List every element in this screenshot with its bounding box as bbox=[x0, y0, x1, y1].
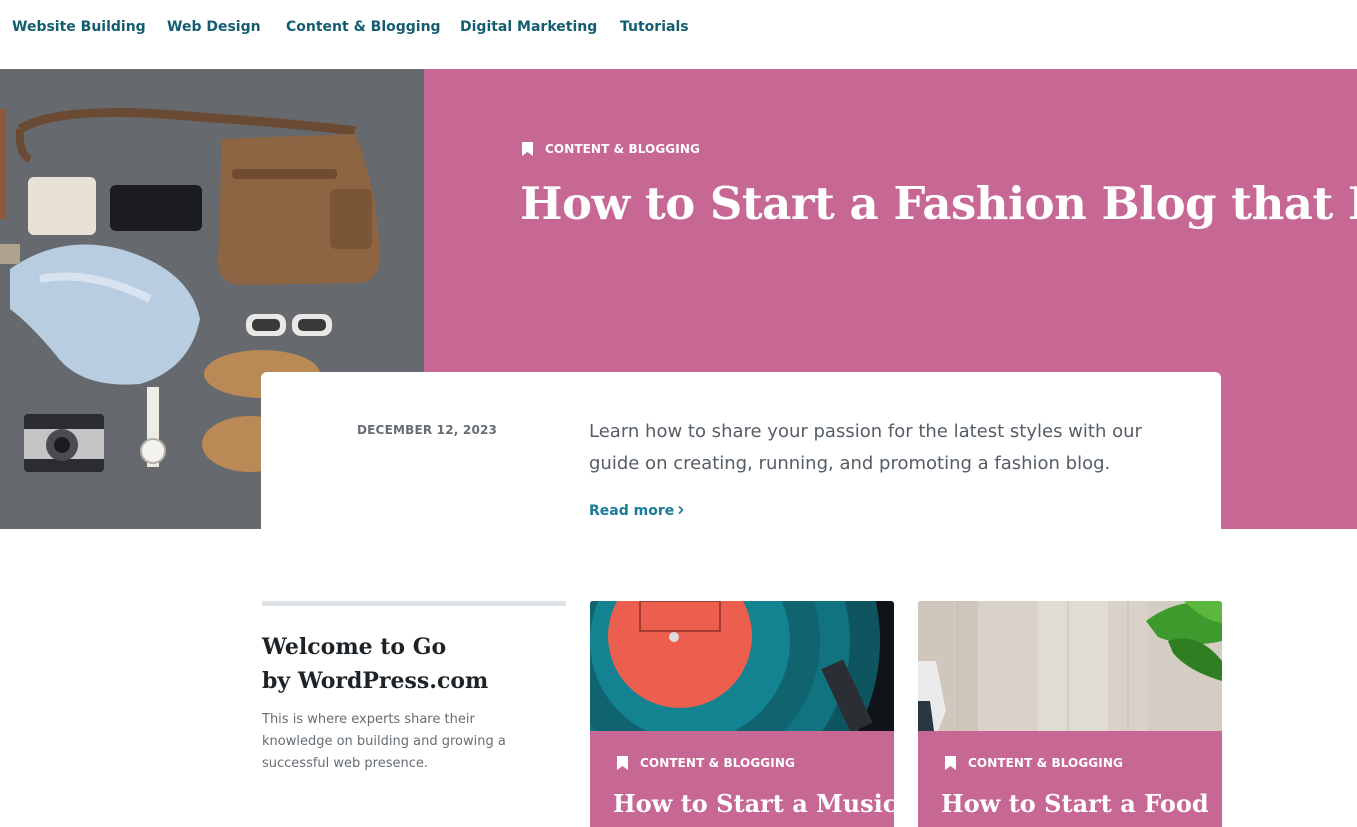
welcome-description: This is where experts share their knowle… bbox=[262, 712, 506, 771]
nav-item-tutorials[interactable]: Tutorials bbox=[620, 19, 689, 35]
bookmark-icon bbox=[617, 756, 628, 770]
post-category-food[interactable]: CONTENT & BLOGGING bbox=[945, 756, 1123, 770]
nav-item-content-blogging[interactable]: Content & Blogging bbox=[286, 19, 441, 35]
read-more-label: Read more bbox=[589, 503, 675, 519]
vinyl-record-image[interactable] bbox=[590, 601, 894, 731]
post-category-label: CONTENT & BLOGGING bbox=[968, 756, 1123, 770]
welcome-title: Welcome to Go by WordPress.com bbox=[262, 630, 572, 698]
post-card-music[interactable]: CONTENT & BLOGGING How to Start a Music bbox=[590, 601, 894, 827]
cutting-board-image[interactable] bbox=[918, 601, 1222, 731]
welcome-divider bbox=[262, 601, 566, 606]
post-excerpt: Learn how to share your passion for the … bbox=[589, 421, 1142, 474]
nav-item-website-building[interactable]: Website Building bbox=[12, 19, 146, 35]
top-navigation: Website Building Web Design Content & Bl… bbox=[0, 0, 1357, 69]
bookmark-icon bbox=[945, 756, 956, 770]
read-more-link[interactable]: Read more bbox=[589, 503, 685, 519]
hero-category[interactable]: CONTENT & BLOGGING bbox=[522, 142, 700, 156]
hero-category-label: CONTENT & BLOGGING bbox=[545, 142, 700, 156]
welcome-title-line-1: Welcome to Go bbox=[262, 634, 447, 660]
post-card-food[interactable]: CONTENT & BLOGGING How to Start a Food bbox=[918, 601, 1222, 827]
bookmark-icon bbox=[522, 142, 533, 156]
cutting-board-illustration bbox=[918, 601, 1222, 731]
hero-post-title[interactable]: How to Start a Fashion Blog that Ignites bbox=[520, 177, 1357, 230]
post-title-music[interactable]: How to Start a Music bbox=[613, 789, 894, 818]
post-category-label: CONTENT & BLOGGING bbox=[640, 756, 795, 770]
featured-post-summary-card: DECEMBER 12, 2023 Learn how to share you… bbox=[261, 372, 1221, 529]
welcome-title-line-2: by WordPress.com bbox=[262, 668, 489, 694]
chevron-right-icon bbox=[678, 505, 684, 515]
vinyl-record-illustration bbox=[590, 601, 894, 731]
post-date: DECEMBER 12, 2023 bbox=[357, 423, 498, 437]
post-title-food[interactable]: How to Start a Food bbox=[941, 789, 1209, 818]
post-category-music[interactable]: CONTENT & BLOGGING bbox=[617, 756, 795, 770]
nav-item-digital-marketing[interactable]: Digital Marketing bbox=[460, 19, 597, 35]
nav-item-web-design[interactable]: Web Design bbox=[167, 19, 261, 35]
